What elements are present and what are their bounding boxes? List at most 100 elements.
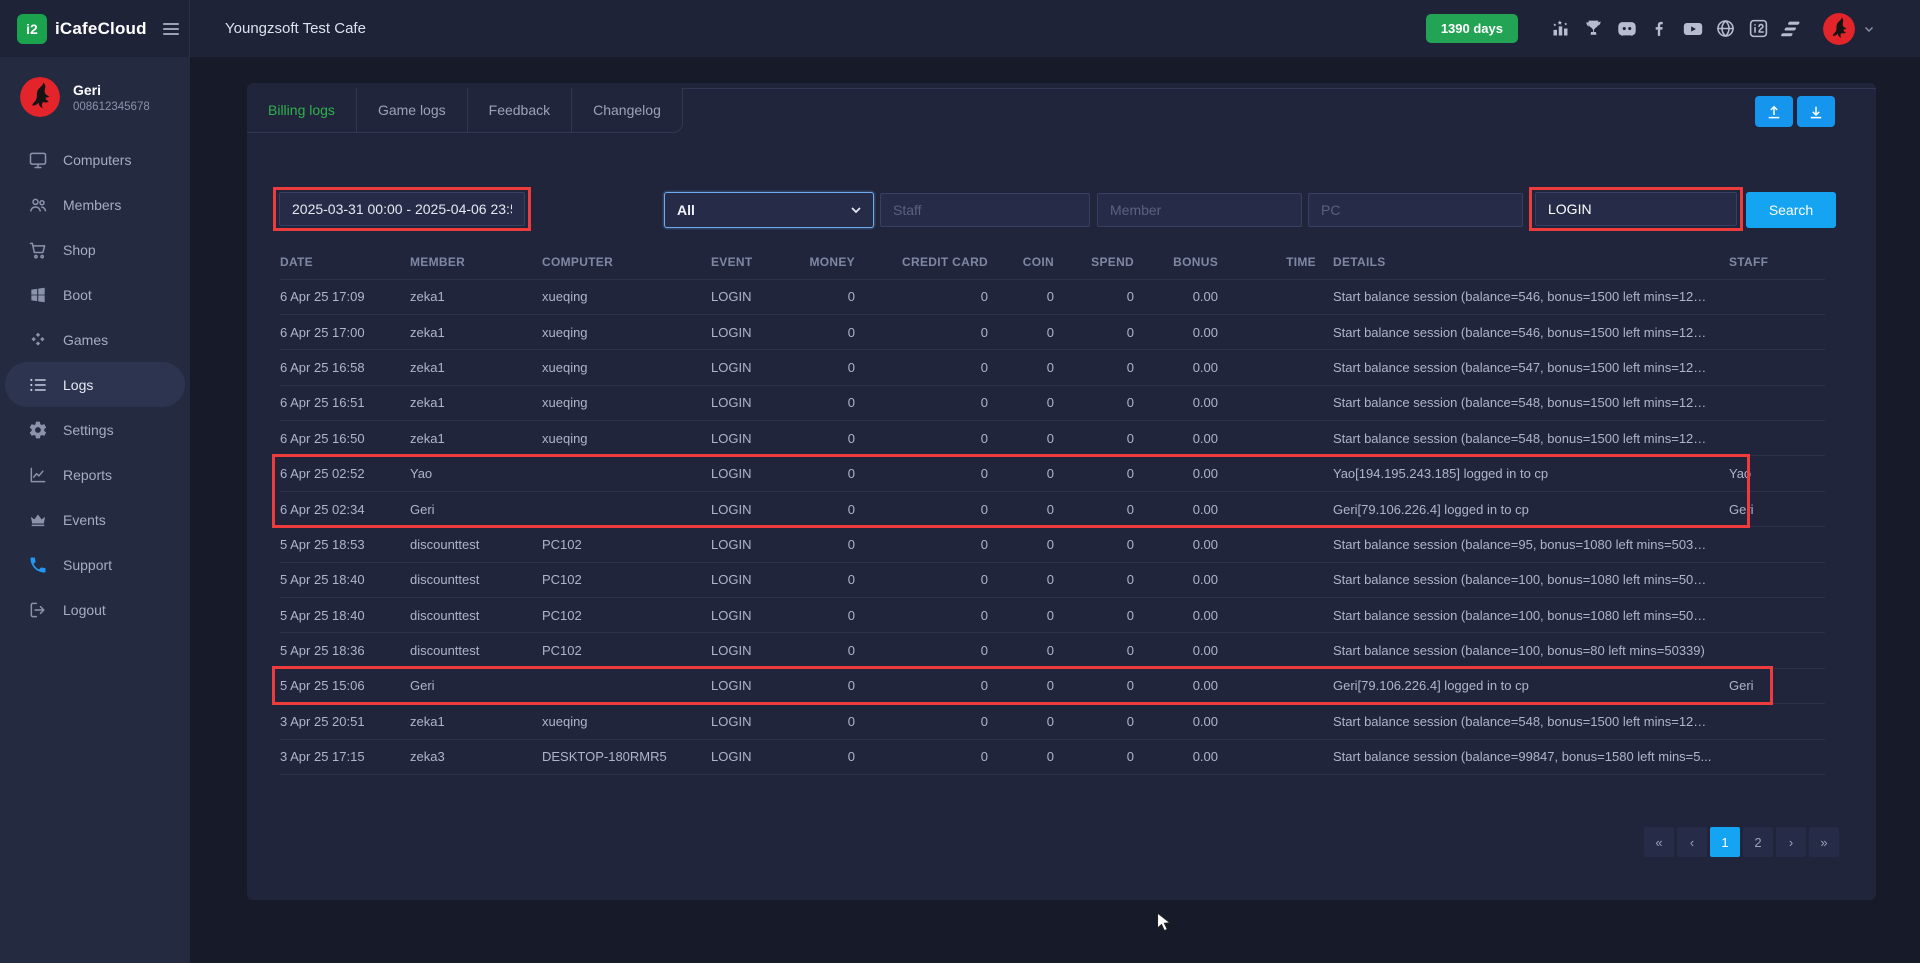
table-row: 5 Apr 25 18:53discounttestPC102LOGIN0000… [280,527,1825,562]
upload-icon [1765,103,1783,121]
sidebar-item-events[interactable]: Events [0,497,190,542]
table-row: 5 Apr 25 18:40discounttestPC102LOGIN0000… [280,598,1825,633]
avatar [20,77,60,117]
next-page-button[interactable]: › [1776,827,1806,857]
icafecloud-logo-icon: i2 [17,14,47,44]
sidebar-item-games[interactable]: Games [0,317,190,362]
column-header-bonus: BONUS [1134,245,1218,279]
last-page-button[interactable]: » [1809,827,1839,857]
annotation-box-details [1529,187,1743,231]
sidebar-item-label: Boot [63,287,92,303]
topbar-right: 1390 days [1426,13,1920,45]
facebook-icon[interactable] [1649,18,1670,39]
event-type-select-wrap: All [664,192,874,228]
download-icon [1807,103,1825,121]
user-phone: 008612345678 [73,101,150,113]
user-avatar[interactable] [1823,13,1855,45]
sidebar-item-members[interactable]: Members [0,182,190,227]
globe-icon[interactable] [1715,18,1736,39]
column-header-date: DATE [280,245,410,279]
annotation-box-date [273,187,531,231]
brand: i2 iCafeCloud [0,0,190,57]
mouse-cursor [1156,912,1176,934]
pagination: «‹12›» [1644,827,1839,857]
sidebar-item-shop[interactable]: Shop [0,227,190,272]
phone-icon [28,555,48,575]
sidebar-user: Geri 008612345678 [0,57,190,133]
column-header-computer: COMPUTER [542,245,711,279]
sidebar-item-label: Shop [63,242,96,258]
member-input[interactable] [1097,193,1302,227]
youtube-icon[interactable] [1682,18,1703,39]
sidebar-item-support[interactable]: Support [0,542,190,587]
event-type-select[interactable]: All [664,192,874,228]
table-row: 5 Apr 25 18:36discounttestPC102LOGIN0000… [280,633,1825,668]
sidebar-item-boot[interactable]: Boot [0,272,190,317]
table-row: 6 Apr 25 16:50zeka1xueqingLOGIN00000.00S… [280,421,1825,456]
column-header-coin: COIN [988,245,1054,279]
layers-icon[interactable] [1781,18,1802,39]
sidebar-item-label: Computers [63,152,131,168]
table-row: 5 Apr 25 15:06GeriLOGIN00000.00Geri[79.1… [280,668,1825,703]
logout-icon [28,600,48,620]
trophy-icon[interactable] [1583,18,1604,39]
days-remaining-badge[interactable]: 1390 days [1426,14,1518,43]
sidebar-nav: Computers Members Shop Boot Games Logs Setting… [0,137,190,632]
column-header-time: TIME [1218,245,1316,279]
sidebar-item-label: Logout [63,602,106,618]
brand-name: iCafeCloud [55,19,147,39]
cart-icon [28,240,48,260]
prev-page-button[interactable]: ‹ [1677,827,1707,857]
tab-changelog[interactable]: Changelog [572,88,682,132]
column-header-staff: STAFF [1712,245,1825,279]
staff-input[interactable] [880,193,1090,227]
table-row: 3 Apr 25 17:15zeka3DESKTOP-180RMR5LOGIN0… [280,739,1825,774]
table-row: 6 Apr 25 17:00zeka1xueqingLOGIN00000.00S… [280,314,1825,349]
first-page-button[interactable]: « [1644,827,1674,857]
users-icon [28,195,48,215]
chevron-down-icon[interactable] [1862,22,1876,36]
user-name: Geri [73,82,150,98]
sidebar-item-logout[interactable]: Logout [0,587,190,632]
table-header-row: DATEMEMBERCOMPUTEREVENTMONEYCREDIT CARDC… [280,245,1825,279]
sidebar-item-label: Members [63,197,121,213]
export-download-button[interactable] [1797,96,1835,127]
windows-icon [28,285,48,305]
sidebar-item-reports[interactable]: Reports [0,452,190,497]
games-icon [28,330,48,350]
sidebar-item-label: Games [63,332,108,348]
page-1-button[interactable]: 1 [1710,827,1740,857]
sidebar-item-settings[interactable]: Settings [0,407,190,452]
page-2-button[interactable]: 2 [1743,827,1773,857]
topbar-icons [1544,18,1808,39]
tab-feedback[interactable]: Feedback [468,88,572,132]
column-header-spend: SPEND [1054,245,1134,279]
sidebar-item-label: Events [63,512,106,528]
hamburger-menu-icon[interactable] [160,18,182,40]
details-filter-input[interactable] [1535,192,1737,226]
table-row: 6 Apr 25 02:52YaoLOGIN00000.00Yao[194.19… [280,456,1825,491]
table-row: 6 Apr 25 16:51zeka1xueqingLOGIN00000.00S… [280,385,1825,420]
date-range-input[interactable] [279,192,525,226]
sidebar-item-label: Logs [63,377,93,393]
table-row: 6 Apr 25 02:34GeriLOGIN00000.00Geri[79.1… [280,491,1825,526]
search-button[interactable]: Search [1746,192,1836,228]
sidebar-item-label: Reports [63,467,112,483]
pc-input[interactable] [1308,193,1523,227]
crown-icon [28,510,48,530]
column-header-credit-card: CREDIT CARD [855,245,988,279]
column-header-member: MEMBER [410,245,542,279]
sidebar-item-logs[interactable]: Logs [5,362,185,407]
discord-icon[interactable] [1616,18,1637,39]
tab-game-logs[interactable]: Game logs [357,88,468,132]
table-row: 3 Apr 25 20:51zeka1xueqingLOGIN00000.00S… [280,704,1825,739]
gear-icon [28,420,48,440]
sidebar-item-label: Settings [63,422,114,438]
export-upload-button[interactable] [1755,96,1793,127]
sidebar-item-computers[interactable]: Computers [0,137,190,182]
ranking-icon[interactable] [1550,18,1571,39]
icafecloud-icon[interactable] [1748,18,1769,39]
content-card: Billing logsGame logsFeedbackChangelog A… [247,83,1876,900]
tab-billing-logs[interactable]: Billing logs [247,88,357,132]
topbar: i2 iCafeCloud Youngzsoft Test Cafe 1390 … [0,0,1920,57]
